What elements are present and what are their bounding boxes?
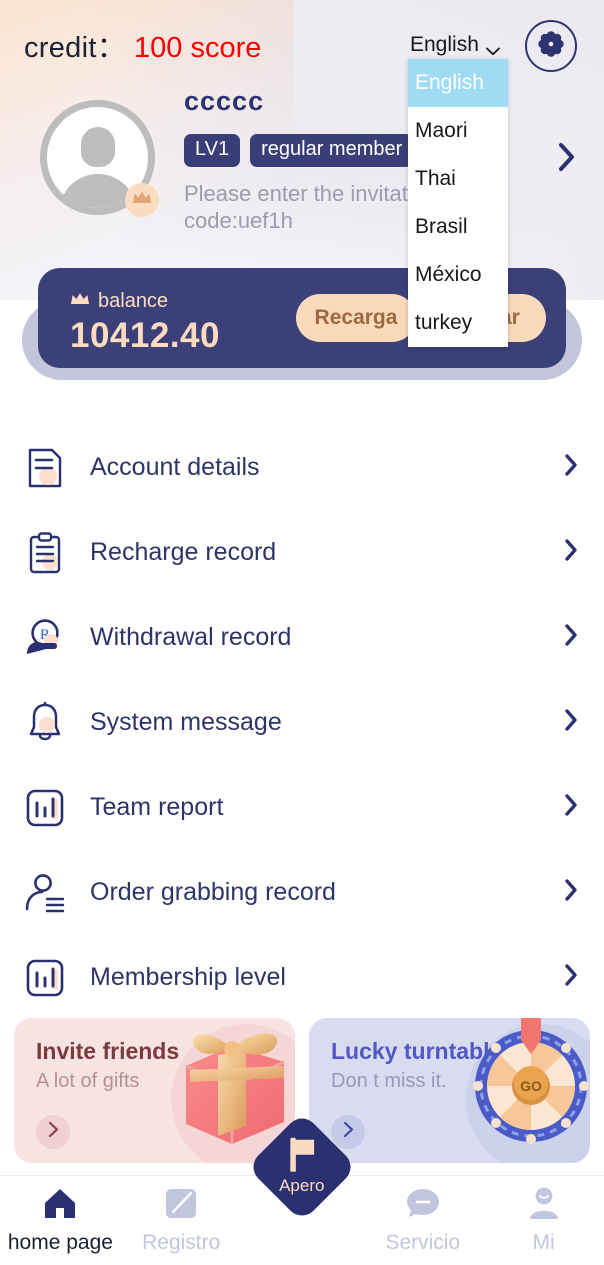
chevron-right-icon <box>564 878 578 907</box>
tab-label: Mi <box>532 1231 555 1254</box>
bar-chart-icon <box>22 785 68 831</box>
fortune-wheel-icon: GO <box>466 1018 590 1163</box>
chevron-right-icon <box>564 453 578 482</box>
gear-icon <box>538 30 564 62</box>
chevron-right-icon <box>343 1121 354 1143</box>
menu-item-label: Recharge record <box>90 538 277 566</box>
bottom-navigation: home page Registro Apero Servicio Mi <box>0 1111 604 1265</box>
profile-page: credit： 100 score English English Maori … <box>0 0 604 1265</box>
promo-go-button[interactable] <box>331 1115 365 1149</box>
crown-badge <box>125 183 159 217</box>
chevron-right-icon <box>564 793 578 822</box>
profile-detail-arrow[interactable] <box>558 142 576 177</box>
chevron-right-icon <box>558 143 576 176</box>
language-option-english[interactable]: English <box>408 59 508 107</box>
menu-item-system-message[interactable]: System message <box>0 680 604 765</box>
home-icon <box>42 1186 78 1225</box>
level-badge: LV1 <box>184 134 241 167</box>
tab-label: home page <box>7 1231 113 1254</box>
menu-item-label: System message <box>90 708 282 736</box>
tab-registro[interactable]: Registro <box>121 1176 242 1265</box>
balance-label: balance <box>98 290 169 312</box>
person-icon <box>528 1186 560 1225</box>
language-option-maori[interactable]: Maori <box>408 107 508 155</box>
menu-item-label: Withdrawal record <box>90 623 292 651</box>
language-dropdown[interactable]: English Maori Thai Brasil México turkey <box>408 59 508 347</box>
chevron-right-icon <box>564 623 578 652</box>
chevron-right-icon <box>564 538 578 567</box>
page-title: ccccc <box>184 86 265 116</box>
menu-item-team-report[interactable]: Team report <box>0 765 604 850</box>
member-badge: regular member <box>250 134 414 167</box>
promo-lucky-turntable[interactable]: Lucky turntable Don t miss it. GO <box>309 1018 590 1163</box>
credit-value: 100 score <box>134 32 262 64</box>
bar-chart-icon <box>22 955 68 1001</box>
promo-invite-friends[interactable]: Invite friends A lot of gifts <box>14 1018 295 1163</box>
menu-item-label: Membership level <box>90 963 286 991</box>
tab-servicio[interactable]: Servicio <box>362 1176 483 1265</box>
chat-icon <box>405 1186 441 1225</box>
clipboard-icon <box>22 530 68 576</box>
bell-icon <box>22 700 68 746</box>
settings-button[interactable] <box>525 20 577 72</box>
promo-subtitle: Don t miss it. <box>331 1070 447 1092</box>
tab-mi[interactable]: Mi <box>483 1176 604 1265</box>
language-current-label: English <box>410 33 479 56</box>
menu-item-label: Team report <box>90 793 224 821</box>
profile-badges: LV1 regular member <box>184 134 414 167</box>
document-icon <box>22 445 68 491</box>
avatar-head <box>80 127 115 167</box>
tab-label: Registro <box>142 1231 221 1254</box>
apero-fab-label: Apero <box>279 1176 325 1195</box>
promo-go-button[interactable] <box>36 1115 70 1149</box>
credit-label: credit： <box>24 32 127 64</box>
promo-title: Invite friends <box>36 1038 180 1064</box>
language-option-thai[interactable]: Thai <box>408 155 508 203</box>
hand-coin-icon: R <box>22 615 68 661</box>
gift-box-icon <box>166 1018 295 1153</box>
menu-item-order-grabbing-record[interactable]: Order grabbing record <box>0 850 604 935</box>
chevron-right-icon <box>564 708 578 737</box>
balance-header: balance <box>70 290 168 313</box>
tab-home-page[interactable]: home page <box>0 1176 121 1265</box>
menu-item-membership-level[interactable]: Membership level <box>0 935 604 1020</box>
chevron-right-icon <box>564 963 578 992</box>
menu-item-label: Order grabbing record <box>90 878 336 906</box>
credit-row: credit： 100 score <box>24 24 261 66</box>
menu-list: Account details Recharge record R Withdr… <box>0 425 604 1020</box>
person-list-icon <box>22 870 68 916</box>
chevron-right-icon <box>48 1121 59 1143</box>
language-option-brasil[interactable]: Brasil <box>408 203 508 251</box>
crown-icon <box>132 190 152 210</box>
menu-item-label: Account details <box>90 453 260 481</box>
wheel-center-label: GO <box>520 1078 542 1094</box>
promo-subtitle: A lot of gifts <box>36 1070 140 1092</box>
menu-item-recharge-record[interactable]: Recharge record <box>0 510 604 595</box>
tab-label: Servicio <box>385 1231 461 1254</box>
crown-icon <box>70 292 90 311</box>
language-option-turkey[interactable]: turkey <box>408 299 508 347</box>
balance-amount: 10412.40 <box>70 316 220 355</box>
note-icon <box>164 1186 198 1225</box>
recharge-button[interactable]: Recarga <box>296 294 416 342</box>
language-selector[interactable]: English <box>410 33 500 57</box>
language-option-mexico[interactable]: México <box>408 251 508 299</box>
chevron-down-icon <box>485 43 500 55</box>
menu-item-withdrawal-record[interactable]: R Withdrawal record <box>0 595 604 680</box>
avatar[interactable] <box>40 100 159 217</box>
menu-item-account-details[interactable]: Account details <box>0 425 604 510</box>
tab-apero[interactable]: Apero <box>242 1111 363 1265</box>
